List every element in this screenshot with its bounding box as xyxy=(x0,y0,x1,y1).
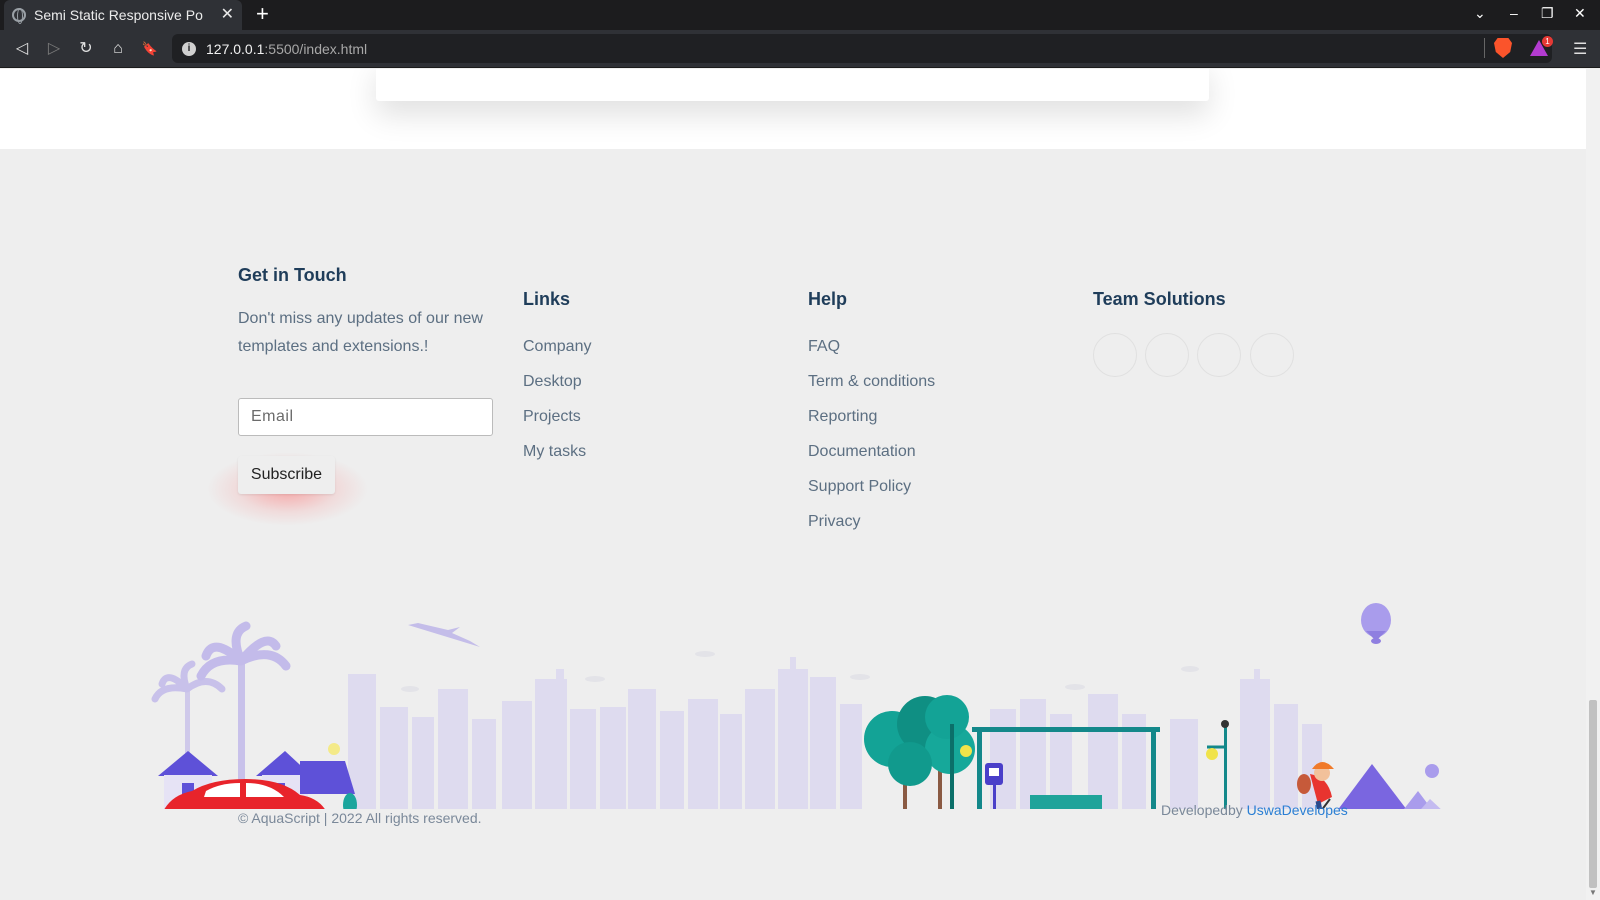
links-column: Links Company Desktop Projects My tasks xyxy=(523,289,773,476)
url-field[interactable]: i 127.0.0.1 :5500/index.html xyxy=(172,34,1552,63)
link-faq[interactable]: FAQ xyxy=(808,336,1058,371)
hot-air-balloon xyxy=(1361,603,1391,644)
social-icon-2[interactable] xyxy=(1145,333,1189,377)
link-reporting[interactable]: Reporting xyxy=(808,406,1058,441)
developed-by-prefix: Developedby xyxy=(1161,802,1243,818)
link-support-policy[interactable]: Support Policy xyxy=(808,476,1058,511)
link-terms[interactable]: Term & conditions xyxy=(808,371,1058,406)
address-toolbar: ◁ ▷ ↻ ⌂ 🔖 i 127.0.0.1 :5500/index.html 1… xyxy=(0,30,1600,68)
window-close-icon[interactable]: ✕ xyxy=(1574,6,1586,20)
link-projects[interactable]: Projects xyxy=(523,406,773,441)
page-viewport: Get in Touch Don't miss any updates of o… xyxy=(0,69,1586,900)
reload-icon[interactable]: ↻ xyxy=(76,39,96,59)
link-my-tasks[interactable]: My tasks xyxy=(523,441,773,476)
newsletter-text: Don't miss any updates of our new templa… xyxy=(238,310,483,355)
street-lamp xyxy=(1206,720,1229,809)
home-icon[interactable]: ⌂ xyxy=(108,39,128,59)
previous-section xyxy=(0,69,1586,149)
tab-title: Semi Static Responsive Po xyxy=(34,7,203,23)
minimize-icon[interactable]: – xyxy=(1510,6,1518,20)
developer-link[interactable]: UswaDevelopes xyxy=(1247,802,1348,818)
copyright-text: © AquaScript | 2022 All rights reserved. xyxy=(238,810,482,826)
team-solutions-heading: Team Solutions xyxy=(1093,289,1226,309)
city-illustration xyxy=(151,603,1441,809)
park-trees xyxy=(864,695,975,809)
help-heading: Help xyxy=(808,289,848,309)
rewards-badge: 1 xyxy=(1542,36,1553,47)
help-list: FAQ Term & conditions Reporting Document… xyxy=(808,336,1058,546)
site-info-icon[interactable]: i xyxy=(182,41,196,56)
links-heading: Links xyxy=(523,289,571,309)
browser-tab-strip: Semi Static Responsive Po ✕ + ⌄ – ❐ ✕ xyxy=(0,0,1600,30)
link-company[interactable]: Company xyxy=(523,336,773,371)
globe-icon xyxy=(12,8,26,24)
back-icon[interactable]: ◁ xyxy=(12,39,32,59)
team-solutions-column: Team Solutions xyxy=(1093,289,1393,310)
scrollbar-thumb[interactable] xyxy=(1589,700,1597,888)
social-icon-1[interactable] xyxy=(1093,333,1137,377)
email-input[interactable] xyxy=(238,398,493,436)
subscribe-button[interactable]: Subscribe xyxy=(238,456,335,494)
scroll-down-icon[interactable]: ▼ xyxy=(1589,888,1597,897)
forward-icon[interactable]: ▷ xyxy=(44,39,64,59)
toolbar-divider xyxy=(1484,38,1485,58)
link-desktop[interactable]: Desktop xyxy=(523,371,773,406)
content-card xyxy=(376,69,1209,101)
tab-close-icon[interactable]: ✕ xyxy=(221,7,234,23)
bookmark-icon[interactable]: 🔖 xyxy=(140,39,160,59)
social-icon-3[interactable] xyxy=(1197,333,1241,377)
tab-list-icon[interactable]: ⌄ xyxy=(1474,6,1486,20)
url-host: 127.0.0.1 xyxy=(206,40,265,57)
restore-icon[interactable]: ❐ xyxy=(1541,6,1554,20)
airplane-shape xyxy=(408,623,480,647)
get-in-touch-column: Get in Touch Don't miss any updates of o… xyxy=(238,265,508,361)
url-path: :5500/index.html xyxy=(264,40,368,57)
developed-by: Developedby UswaDevelopes xyxy=(1161,802,1348,818)
links-list: Company Desktop Projects My tasks xyxy=(523,336,773,476)
social-icon-4[interactable] xyxy=(1250,333,1294,377)
browser-tab[interactable]: Semi Static Responsive Po ✕ xyxy=(4,0,242,30)
new-tab-button[interactable]: + xyxy=(256,3,269,25)
browser-menu-icon[interactable]: ☰ xyxy=(1573,39,1587,59)
get-in-touch-heading: Get in Touch xyxy=(238,265,347,285)
skyline-buildings xyxy=(348,657,1322,809)
link-documentation[interactable]: Documentation xyxy=(808,441,1058,476)
help-column: Help FAQ Term & conditions Reporting Doc… xyxy=(808,289,1058,546)
